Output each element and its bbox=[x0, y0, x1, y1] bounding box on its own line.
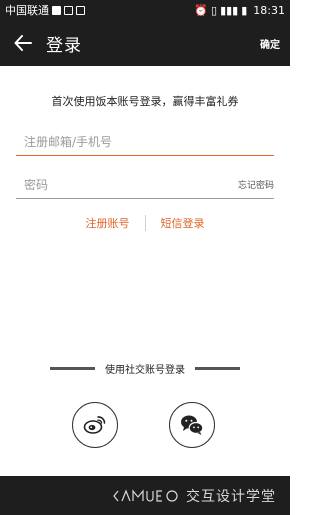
account-field bbox=[16, 130, 274, 156]
confirm-button[interactable]: 确定 bbox=[250, 36, 290, 51]
alarm-icon: ⏰ bbox=[194, 3, 208, 17]
back-button[interactable] bbox=[0, 20, 46, 66]
forgot-password-link[interactable]: 忘记密码 bbox=[238, 178, 274, 198]
social-login-heading: 使用社交账号登录 bbox=[0, 361, 290, 376]
signal-icon: ▮▮▮ bbox=[220, 3, 239, 17]
social-heading-text: 使用社交账号登录 bbox=[105, 365, 185, 376]
alt-login-links: 注册账号 短信登录 bbox=[0, 215, 290, 231]
divider-left bbox=[50, 367, 95, 370]
app-bar: 登录 确定 bbox=[0, 20, 290, 66]
battery-icon: ▮ bbox=[241, 3, 248, 17]
carrier-label: 中国联通 bbox=[5, 4, 49, 17]
account-input[interactable] bbox=[16, 135, 274, 155]
status-right: ⏰ ▯ ▮▮▮ ▮ 18:31 bbox=[194, 4, 285, 17]
image-notification-icon bbox=[64, 5, 73, 15]
watermark-logo bbox=[113, 488, 178, 502]
sms-login-link[interactable]: 短信登录 bbox=[161, 215, 205, 231]
wechat-icon bbox=[181, 415, 204, 435]
weibo-icon bbox=[83, 416, 106, 434]
wechat-login-button[interactable] bbox=[169, 402, 215, 448]
register-link[interactable]: 注册账号 bbox=[86, 215, 130, 231]
page-title: 登录 bbox=[46, 35, 82, 56]
password-input[interactable] bbox=[16, 178, 238, 198]
watermark-bar: 交互设计学堂 bbox=[0, 476, 290, 515]
arrow-left-icon bbox=[14, 35, 32, 51]
promo-text: 首次使用饭本账号登录，赢得丰富礼券 bbox=[51, 95, 239, 108]
weibo-login-button[interactable] bbox=[72, 402, 118, 448]
status-left: 中国联通 bbox=[5, 2, 85, 18]
divider-right bbox=[195, 367, 240, 370]
app-notification-icon bbox=[76, 5, 85, 15]
watermark-text: 交互设计学堂 bbox=[186, 488, 276, 505]
clock: 18:31 bbox=[253, 3, 285, 17]
link-divider bbox=[144, 215, 146, 231]
vibrate-icon: ▯ bbox=[211, 3, 218, 17]
password-field: 忘记密码 bbox=[16, 173, 274, 199]
status-bar: 中国联通 ⏰ ▯ ▮▮▮ ▮ 18:31 bbox=[0, 0, 290, 20]
chat-notification-icon bbox=[52, 5, 61, 15]
